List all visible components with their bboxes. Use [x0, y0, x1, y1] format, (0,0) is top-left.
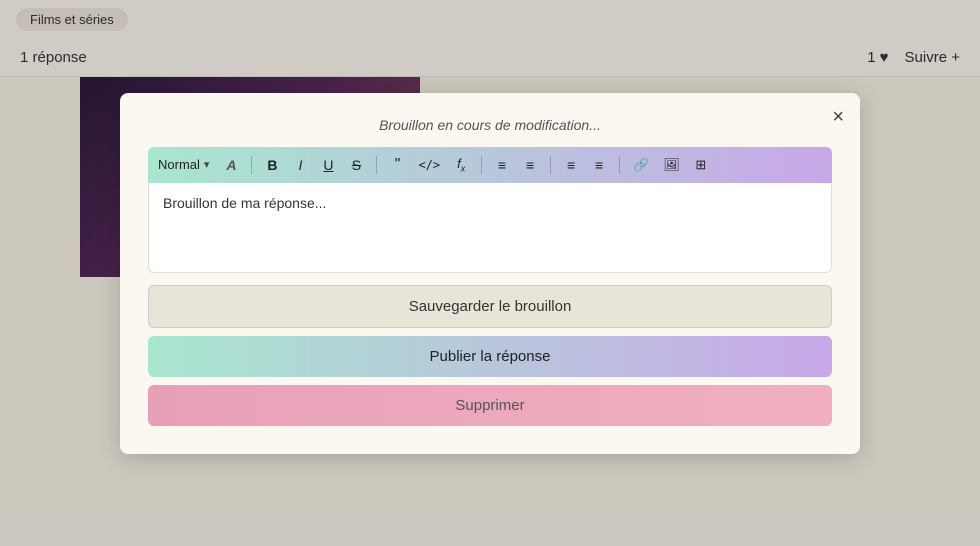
ol-icon: ≡	[498, 157, 506, 173]
ul-icon: ≡	[526, 157, 534, 173]
toolbar-separator-1	[251, 156, 252, 174]
format-select-wrap[interactable]: Normal ▾	[158, 157, 209, 172]
editor-toolbar: Normal ▾ A B I U S " </>	[148, 147, 832, 183]
delete-button[interactable]: Supprimer	[148, 385, 832, 426]
underline-button[interactable]: U	[316, 153, 340, 177]
toolbar-separator-2	[376, 156, 377, 174]
strikethrough-button[interactable]: S	[344, 153, 368, 177]
text-style-button[interactable]: A	[219, 153, 243, 177]
align-right-button[interactable]: ≡	[587, 153, 611, 177]
image-button[interactable]: 🖼	[658, 153, 685, 177]
toolbar-separator-3	[481, 156, 482, 174]
code-button[interactable]: </>	[413, 153, 445, 177]
text-style-icon: A	[226, 157, 236, 173]
toolbar-separator-4	[550, 156, 551, 174]
format-label: Normal	[158, 157, 200, 172]
editor-modal: × Brouillon en cours de modification... …	[120, 93, 860, 454]
image-icon: 🖼	[663, 157, 680, 173]
italic-button[interactable]: I	[288, 153, 312, 177]
table-button[interactable]: ⊞	[689, 153, 713, 177]
close-button[interactable]: ×	[832, 107, 844, 127]
align-left-icon: ≡	[567, 157, 575, 173]
align-left-button[interactable]: ≡	[559, 153, 583, 177]
quote-button[interactable]: "	[385, 153, 409, 177]
link-icon: 🔗	[633, 157, 649, 173]
toolbar-separator-5	[619, 156, 620, 174]
editor-text: Brouillon de ma réponse...	[163, 195, 326, 211]
page-background: Films et séries 1 réponse 1 ♥ Suivre + ×…	[0, 0, 980, 546]
quote-icon: "	[395, 157, 401, 173]
link-button[interactable]: 🔗	[628, 153, 654, 177]
bold-button[interactable]: B	[260, 153, 284, 177]
ordered-list-button[interactable]: ≡	[490, 153, 514, 177]
format-dropdown-arrow: ▾	[204, 158, 210, 171]
save-draft-button[interactable]: Sauvegarder le brouillon	[148, 285, 832, 328]
editor-content-area[interactable]: Brouillon de ma réponse...	[148, 183, 832, 273]
publish-button[interactable]: Publier la réponse	[148, 336, 832, 377]
code-icon: </>	[418, 158, 440, 172]
align-right-icon: ≡	[595, 157, 603, 173]
modal-overlay: × Brouillon en cours de modification... …	[0, 0, 980, 546]
formula-icon: fx	[457, 156, 465, 174]
modal-title: Brouillon en cours de modification...	[148, 117, 832, 133]
unordered-list-button[interactable]: ≡	[518, 153, 542, 177]
formula-button[interactable]: fx	[449, 153, 473, 177]
table-icon: ⊞	[695, 157, 706, 173]
